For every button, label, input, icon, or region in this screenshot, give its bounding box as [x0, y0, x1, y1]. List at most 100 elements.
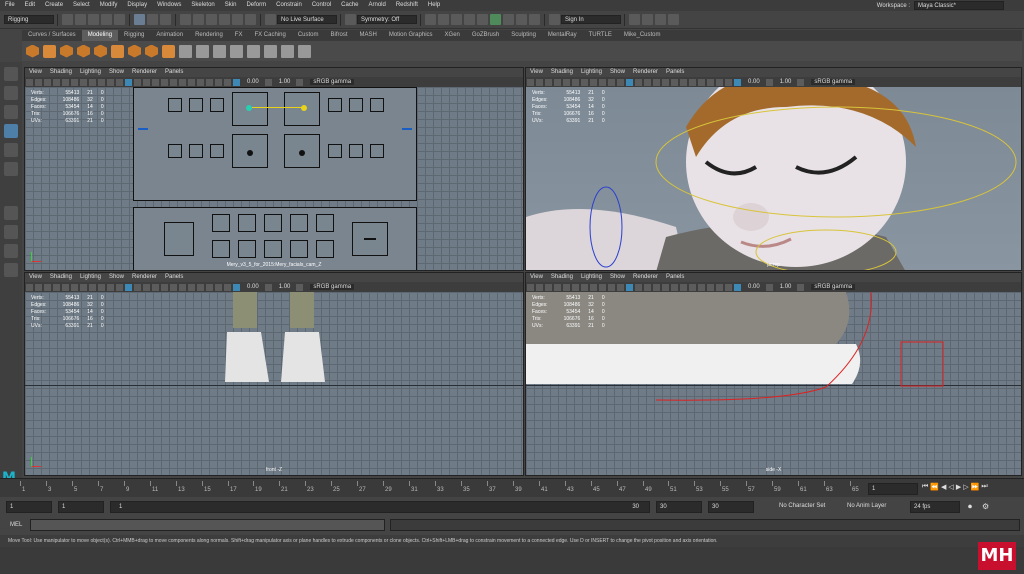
brow-box-3[interactable] [210, 98, 224, 112]
xray-joints-icon[interactable] [215, 283, 222, 291]
select-tool-icon[interactable] [4, 67, 18, 81]
brow-box-6[interactable] [370, 98, 384, 112]
tab-rendering[interactable]: Rendering [189, 30, 229, 41]
anti-alias-icon[interactable] [179, 78, 186, 86]
panel-menu-view[interactable]: View [526, 68, 547, 77]
time-slider[interactable]: 1 3 5 7 9 11 13 15 17 19 21 23 25 27 29 31 33 35 37 39 41 43 4… [0, 478, 1024, 497]
poly-sphere-icon[interactable] [26, 44, 39, 58]
gamma-icon[interactable] [264, 283, 272, 291]
tab-xgen[interactable]: XGen [439, 30, 466, 41]
snap-surface-icon[interactable] [232, 14, 243, 25]
menu-control[interactable]: Control [307, 0, 336, 11]
tab-mike-custom[interactable]: Mike_Custom [618, 30, 667, 41]
step-back-key-icon[interactable]: ⏪ [930, 483, 939, 491]
wireframe-icon[interactable] [116, 78, 123, 86]
gate-mask-icon[interactable] [581, 78, 588, 86]
cheek-box-1[interactable] [168, 144, 182, 158]
poly-torus-icon[interactable] [94, 44, 107, 58]
toggle-modeling-toolkit-icon[interactable] [629, 14, 640, 25]
lights-icon[interactable] [644, 283, 651, 291]
safe-title-icon[interactable] [608, 78, 615, 86]
menu-file[interactable]: File [0, 0, 20, 11]
bookmark-icon[interactable] [35, 78, 42, 86]
panel-menu-show[interactable]: Show [105, 273, 128, 282]
menu-windows[interactable]: Windows [152, 0, 186, 11]
panel-menu-view[interactable]: View [25, 273, 46, 282]
ambient-occlusion-icon[interactable] [662, 283, 669, 291]
viewport-facial-cam[interactable]: View Shading Lighting Show Renderer Pane… [24, 67, 524, 271]
outliner-layout-icon[interactable] [4, 263, 18, 277]
combine-icon[interactable] [179, 44, 192, 58]
tab-gozbrush[interactable]: GoZBrush [466, 30, 505, 41]
grid-toggle-icon[interactable] [53, 283, 60, 291]
safe-action-icon[interactable] [599, 283, 606, 291]
isolate-select-icon[interactable] [197, 283, 204, 291]
tab-fx[interactable]: FX [229, 30, 249, 41]
camera-attributes-icon[interactable] [527, 283, 534, 291]
jaw-box[interactable] [164, 222, 194, 256]
save-scene-icon[interactable] [88, 14, 99, 25]
animation-start-field[interactable]: 1 [6, 501, 52, 513]
tab-curves-surfaces[interactable]: Curves / Surfaces [22, 30, 82, 41]
xray-joints-icon[interactable] [215, 78, 222, 86]
anti-alias-icon[interactable] [680, 283, 687, 291]
shadows-icon[interactable] [653, 283, 660, 291]
ambient-occlusion-icon[interactable] [161, 283, 168, 291]
safe-title-icon[interactable] [107, 283, 114, 291]
snap-curve-icon[interactable] [193, 14, 204, 25]
poly-cone-icon[interactable] [77, 44, 90, 58]
menu-set-dropdown[interactable]: Rigging [4, 15, 54, 24]
menu-redshift[interactable]: Redshift [391, 0, 423, 11]
boolean-icon[interactable] [230, 44, 243, 58]
exposure-icon[interactable] [734, 78, 741, 86]
tab-bifrost[interactable]: Bifrost [324, 30, 353, 41]
menu-edit[interactable]: Edit [20, 0, 40, 11]
image-plane-icon[interactable] [545, 78, 552, 86]
image-plane-icon[interactable] [545, 283, 552, 291]
anim-prefs-icon[interactable]: ⚙ [982, 502, 989, 511]
mel-input[interactable] [30, 519, 385, 531]
current-frame-field[interactable]: 1 [868, 483, 918, 495]
play-forwards-icon[interactable]: ▶ [956, 483, 961, 491]
playback-start-field[interactable]: 1 [58, 501, 104, 513]
menu-cache[interactable]: Cache [336, 0, 363, 11]
playback-end-field[interactable]: 30 [656, 501, 702, 513]
brow-box-5[interactable] [349, 98, 363, 112]
eye-ctrl-handle-right[interactable] [299, 150, 305, 156]
field-chart-icon[interactable] [590, 283, 597, 291]
anti-alias-icon[interactable] [179, 283, 186, 291]
bookmark-icon[interactable] [35, 283, 42, 291]
motion-blur-icon[interactable] [671, 78, 678, 86]
film-gate-icon[interactable] [62, 283, 69, 291]
side-slider-right[interactable] [402, 128, 412, 130]
isolate-select-icon[interactable] [698, 78, 705, 86]
new-scene-icon[interactable] [62, 14, 73, 25]
shadows-icon[interactable] [152, 283, 159, 291]
tab-mash[interactable]: MASH [354, 30, 383, 41]
animation-end-field[interactable]: 30 [708, 501, 754, 513]
bridge-icon[interactable] [281, 44, 294, 58]
panel-menu-show[interactable]: Show [606, 68, 629, 77]
range-slider[interactable]: 1 30 [110, 501, 650, 513]
sign-in-button[interactable]: Sign In [561, 15, 621, 24]
panel-menu-lighting[interactable]: Lighting [76, 68, 105, 77]
bookmark-icon[interactable] [536, 78, 543, 86]
move-tool-icon[interactable] [4, 124, 18, 138]
shadows-icon[interactable] [653, 78, 660, 86]
motion-blur-icon[interactable] [170, 78, 177, 86]
mouth-box-4[interactable] [290, 214, 308, 232]
separate-icon[interactable] [196, 44, 209, 58]
render-settings-icon[interactable] [464, 14, 475, 25]
camera-attributes-icon[interactable] [26, 78, 33, 86]
ipr-render-icon[interactable] [451, 14, 462, 25]
selected-ctrl-handle[interactable] [246, 105, 252, 111]
tab-mentalray[interactable]: MentalRay [542, 30, 583, 41]
tab-fx-caching[interactable]: FX Caching [248, 30, 291, 41]
depth-of-field-icon[interactable] [689, 283, 696, 291]
tab-turtle[interactable]: TURTLE [583, 30, 618, 41]
menu-deform[interactable]: Deform [241, 0, 271, 11]
exposure-value[interactable]: 0.00 [247, 79, 259, 85]
backface-culling-icon[interactable] [224, 283, 231, 291]
gate-mask-icon[interactable] [80, 283, 87, 291]
xray-icon[interactable] [206, 283, 213, 291]
